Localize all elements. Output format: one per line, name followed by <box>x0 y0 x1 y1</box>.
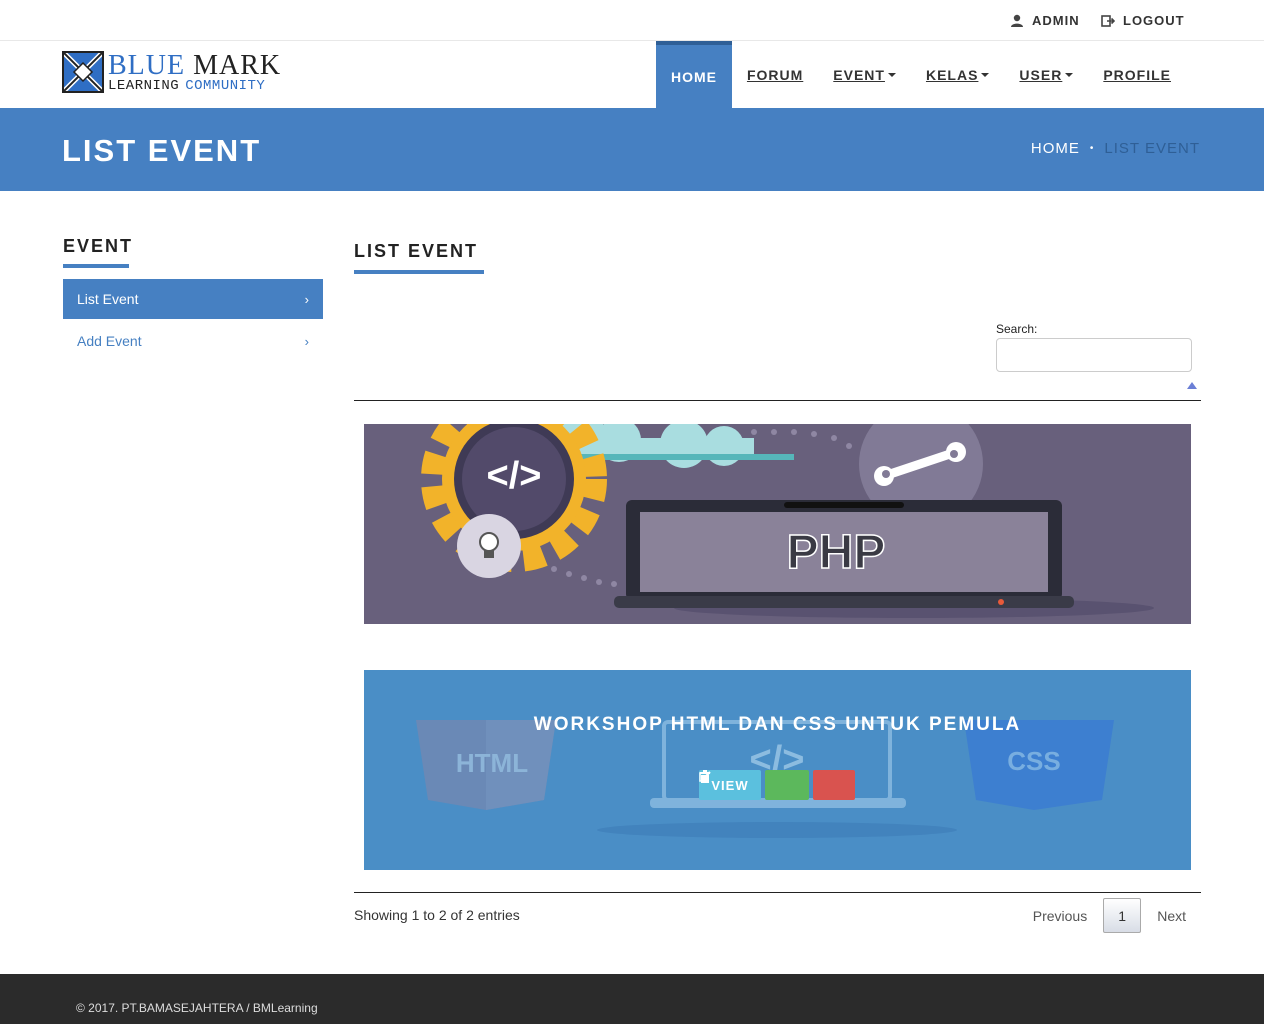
footer-copyright: © 2017. PT.BAMASEJAHTERA / BMLearning <box>76 1001 318 1015</box>
sidebar-title: EVENT <box>63 236 134 256</box>
sidebar-title-underline <box>63 264 129 268</box>
css-image-text: CSS <box>1007 746 1060 776</box>
nav-home[interactable]: HOME <box>655 41 732 108</box>
nav-user-label: USER <box>1019 66 1063 83</box>
site-footer: © 2017. PT.BAMASEJAHTERA / BMLearning <box>0 974 1264 1024</box>
pagination-previous[interactable]: Previous <box>1017 898 1103 933</box>
chevron-right-icon: › <box>304 333 309 349</box>
pagination-page-current[interactable]: 1 <box>1103 898 1142 933</box>
caret-down-icon <box>981 72 990 77</box>
logo-word-mark: MARK <box>193 50 282 81</box>
main-nav: HOME FORUM EVENT KELAS USER PROFILE <box>655 41 1186 108</box>
nav-profile-label: PROFILE <box>1103 66 1171 83</box>
page-title-banner: LIST EVENT HOME • LIST EVENT <box>0 108 1264 191</box>
sidebar-item-list-event[interactable]: List Event › <box>63 279 323 319</box>
site-logo[interactable]: BLUE MARK LEARNING COMMUNITY <box>62 50 302 95</box>
table-top-rule <box>354 400 1201 401</box>
nav-home-label: HOME <box>670 68 717 85</box>
html-image-text: HTML <box>456 748 528 778</box>
nav-user[interactable]: USER <box>1004 41 1088 108</box>
logout-link[interactable]: LOGOUT <box>1101 13 1185 28</box>
top-bar: ADMIN LOGOUT <box>0 0 1264 41</box>
logo-word-community: COMMUNITY <box>185 78 266 94</box>
search-label: Search: <box>996 322 1038 336</box>
chevron-right-icon: › <box>304 291 309 307</box>
caret-down-icon <box>1065 72 1074 77</box>
event-image-php: </> PHP <box>364 424 1191 624</box>
logo-word-blue: BLUE <box>108 50 186 81</box>
table-info: Showing 1 to 2 of 2 entries <box>354 907 520 923</box>
page-title: LIST EVENT <box>62 133 262 168</box>
admin-label: ADMIN <box>1032 13 1080 28</box>
user-icon <box>1011 14 1023 27</box>
pagination: Previous 1 Next <box>1017 898 1202 933</box>
event-card[interactable]: HTML CSS </> WORKSHOP HTML DAN CSS UNTUK… <box>364 670 1191 870</box>
logo-line2: LEARNING COMMUNITY <box>108 78 265 94</box>
event-card[interactable]: </> PHP <box>364 424 1191 624</box>
breadcrumb: HOME • LIST EVENT <box>1031 140 1200 157</box>
event-actions: VIEW <box>699 770 855 800</box>
section-title: LIST EVENT <box>354 241 479 261</box>
nav-kelas-label: KELAS <box>925 66 979 83</box>
sort-ascending-icon[interactable] <box>1187 382 1197 389</box>
nav-forum[interactable]: FORUM <box>732 41 818 108</box>
sidebar-item-label: Add Event <box>77 333 142 349</box>
table-bottom-rule <box>354 892 1201 893</box>
search-input[interactable] <box>996 338 1192 372</box>
breadcrumb-current: LIST EVENT <box>1104 140 1200 157</box>
edit-button[interactable] <box>699 770 809 800</box>
sidebar-item-add-event[interactable]: Add Event › <box>63 321 323 361</box>
logout-icon <box>1101 14 1115 27</box>
trash-icon <box>700 770 710 783</box>
sidebar-item-label: List Event <box>77 291 139 307</box>
nav-kelas[interactable]: KELAS <box>911 41 1004 108</box>
pagination-next[interactable]: Next <box>1141 898 1202 933</box>
admin-link[interactable]: ADMIN <box>1010 13 1080 28</box>
logout-label: LOGOUT <box>1123 13 1185 28</box>
nav-event-label: EVENT <box>833 66 885 83</box>
event-title: WORKSHOP HTML DAN CSS UNTUK PEMULA <box>533 714 1022 735</box>
php-image-text: PHP <box>787 526 886 579</box>
delete-button[interactable] <box>700 770 855 800</box>
logo-mark-icon <box>62 51 104 93</box>
svg-text:</>: </> <box>487 455 542 497</box>
nav-forum-label: FORUM <box>746 66 804 83</box>
breadcrumb-home[interactable]: HOME <box>1031 140 1080 157</box>
nav-profile[interactable]: PROFILE <box>1088 41 1186 108</box>
caret-down-icon <box>887 72 896 77</box>
breadcrumb-separator: • <box>1089 143 1095 154</box>
section-title-underline <box>354 270 484 274</box>
site-header: BLUE MARK LEARNING COMMUNITY HOME FORUM EV… <box>0 41 1264 108</box>
nav-event[interactable]: EVENT <box>818 41 911 108</box>
logo-word-learning: LEARNING <box>108 78 180 94</box>
